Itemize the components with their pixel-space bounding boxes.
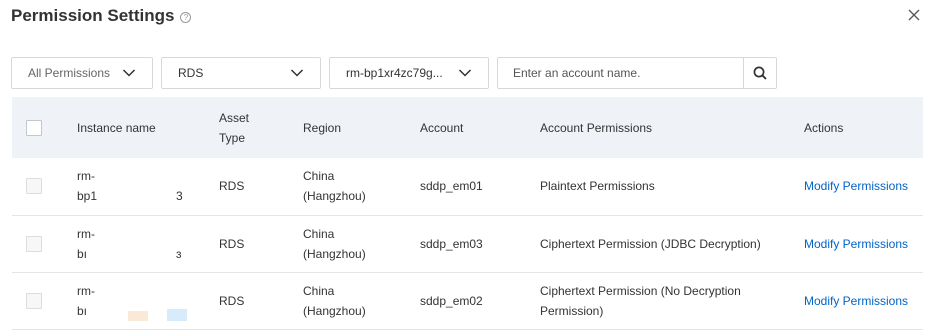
instance-name-tail: 3 — [176, 189, 183, 204]
col-actions: Actions — [804, 120, 844, 135]
table-row: rm- bı ɜ RDS China (Hangzhou) sddp_em03 Ci… — [12, 215, 923, 272]
instance-name-tail: ɜ — [176, 246, 182, 261]
region-cell: China (Hangzhou) — [303, 169, 366, 204]
instance-name-cell: rm- bı — [77, 281, 197, 321]
account-permissions-cell: Plaintext Permissions — [540, 179, 655, 194]
chevron-down-icon — [458, 69, 472, 77]
account-search — [497, 57, 777, 89]
search-button[interactable] — [743, 58, 776, 88]
help-circle-icon[interactable]: ? — [180, 11, 192, 23]
instance-name-line2: bı — [77, 303, 88, 318]
instance-name-line2: bı — [77, 246, 88, 261]
permissions-filter-select[interactable]: All Permissions — [11, 57, 153, 89]
col-instance-name: Instance name — [77, 120, 156, 135]
col-asset-type: Asset Type — [219, 110, 250, 145]
account-permissions-cell: Ciphertext Permission (JDBC Decryption) — [540, 236, 761, 251]
account-cell: sddp_em01 — [420, 179, 483, 194]
asset-type-cell: RDS — [219, 236, 245, 251]
col-account: Account — [420, 120, 464, 135]
db-type-select[interactable]: RDS — [161, 57, 321, 89]
redaction-mark — [128, 310, 148, 321]
modify-permissions-link[interactable]: Modify Permissions — [804, 294, 908, 308]
instance-name-line1: rm- — [77, 283, 95, 298]
db-type-value: RDS — [178, 66, 204, 80]
permissions-table: Instance name Asset Type Region Account … — [12, 97, 923, 330]
instance-name-cell: rm- bp1 3 — [77, 166, 197, 206]
region-cell: China (Hangzhou) — [303, 283, 366, 318]
table-row: rm- bı RDS China (Hangzhou) sddp_em02 Cip… — [12, 272, 923, 329]
row-checkbox[interactable] — [26, 178, 42, 195]
close-icon[interactable] — [907, 8, 921, 22]
search-icon — [753, 66, 767, 80]
col-account-permissions: Account Permissions — [540, 120, 653, 135]
modify-permissions-link[interactable]: Modify Permissions — [804, 237, 908, 251]
col-region: Region — [303, 120, 342, 135]
chevron-down-icon — [290, 69, 304, 77]
region-cell: China (Hangzhou) — [303, 226, 366, 261]
instance-name-cell: rm- bı ɜ — [77, 224, 197, 264]
account-search-input[interactable] — [498, 58, 744, 88]
account-permissions-cell: Ciphertext Permission (No Decryption Perm… — [540, 283, 741, 318]
select-all-checkbox[interactable] — [26, 119, 42, 136]
table-header-row: Instance name Asset Type Region Account … — [12, 97, 923, 158]
row-checkbox[interactable] — [26, 292, 42, 309]
table-row: rm- bp1 3 RDS China (Hangzhou) sddp_em01 P… — [12, 158, 923, 215]
instance-name-line2: bp1 — [77, 189, 98, 204]
instance-value: rm-bp1xr4zc79g... — [346, 66, 443, 80]
dialog-title: Permission Settings — [11, 6, 175, 25]
account-cell: sddp_em02 — [420, 293, 483, 308]
asset-type-cell: RDS — [219, 293, 245, 308]
instance-name-line1: rm- — [77, 226, 95, 241]
modify-permissions-link[interactable]: Modify Permissions — [804, 179, 908, 193]
instance-select[interactable]: rm-bp1xr4zc79g... — [329, 57, 489, 89]
redaction-mark — [167, 308, 187, 321]
account-cell: sddp_em03 — [420, 236, 483, 251]
dialog-header: Permission Settings ? — [11, 4, 192, 28]
row-checkbox[interactable] — [26, 235, 42, 252]
asset-type-cell: RDS — [219, 179, 245, 194]
instance-name-line1: rm- — [77, 169, 95, 184]
permissions-filter-value: All Permissions — [28, 66, 111, 80]
chevron-down-icon — [122, 69, 136, 77]
